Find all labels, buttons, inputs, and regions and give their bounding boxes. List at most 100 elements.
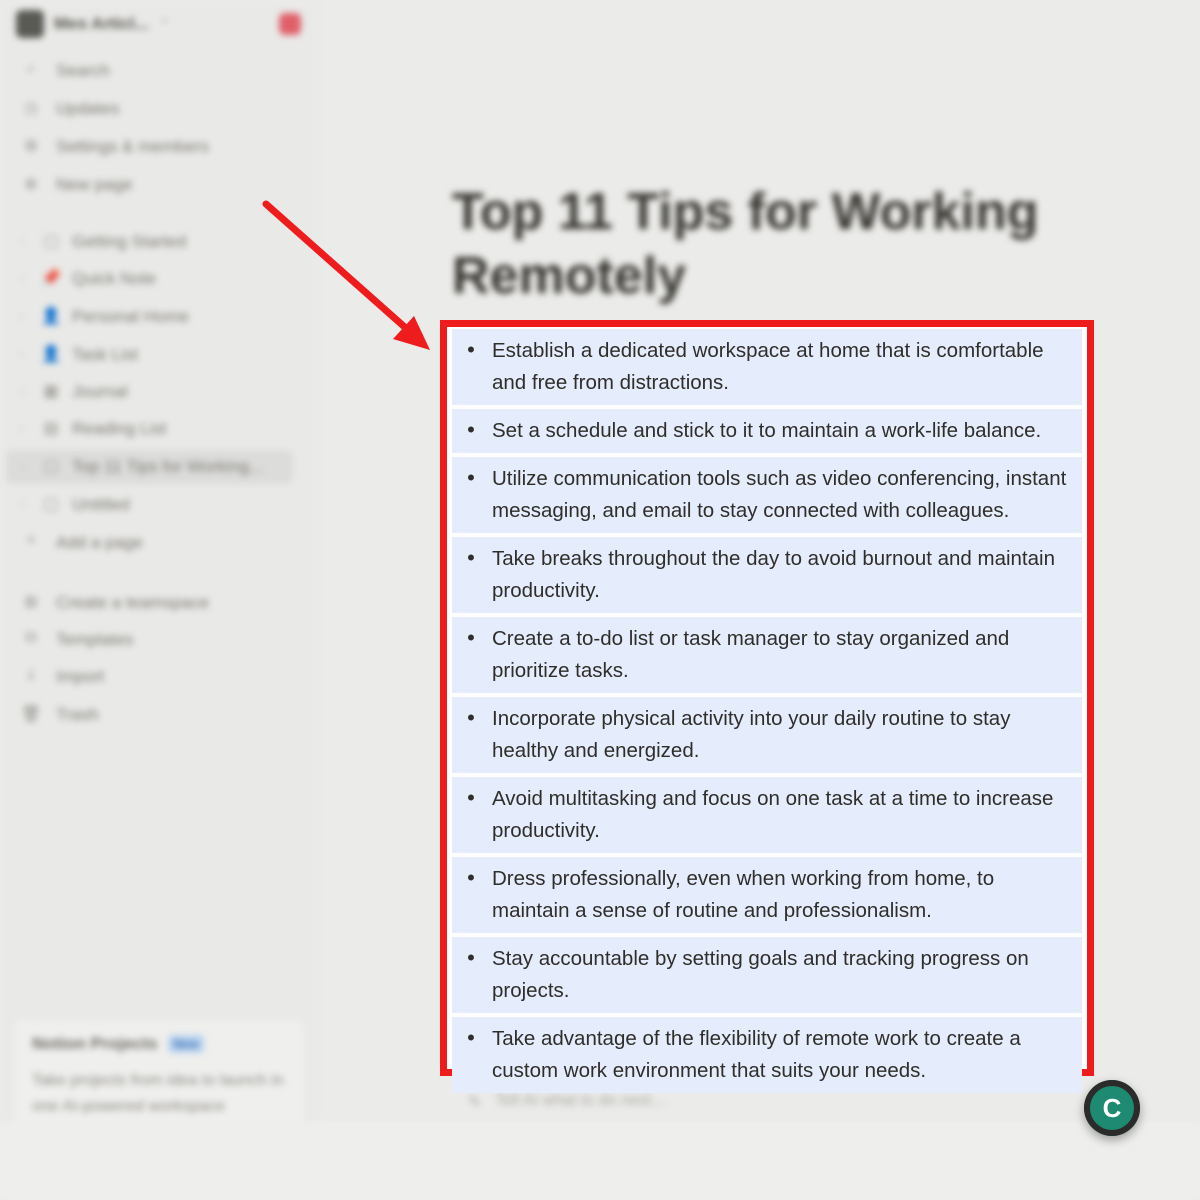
list-item[interactable]: • Dress professionally, even when working… [452,857,1082,933]
team-icon: ⊞ [24,594,38,611]
sidebar-item-label: Settings & members [56,137,210,156]
plus-circle-icon: ⊕ [24,176,38,193]
sidebar-item-label: Getting Started [72,232,187,251]
chevron-right-icon[interactable]: › [20,311,30,323]
tip-text: Set a schedule and stick to it to mainta… [492,419,1042,442]
trash-icon: 🗑 [20,706,42,723]
bottom-bar [0,1122,1200,1200]
import-icon: ⤓ [27,666,35,683]
tip-text: Avoid multitasking and focus on one task… [492,787,1054,842]
workspace-avatar [16,10,44,38]
sidebar-item-settings[interactable]: ⚙ Settings & members [20,136,209,158]
calendar-icon: ▦ [43,383,59,400]
tip-text: Create a to-do list or task manager to s… [492,627,1010,682]
templates-icon: ⧉ [25,629,37,646]
page-icon: ▢ [43,496,59,513]
tips-list: • Establish a dedicated workspace at home… [452,329,1082,1093]
bullet-icon: • [467,465,475,490]
tip-text: Establish a dedicated workspace at home … [492,339,1044,394]
sidebar: Mes Articl... ⌃ ⌕ Search ◷ Updates ⚙ Set… [0,0,318,1150]
bullet-icon: • [467,545,475,570]
clock-icon: ◷ [24,100,38,117]
book-icon: ▤ [43,420,59,437]
sidebar-item-create-teamspace[interactable]: ⊞ Create a teamspace [20,592,209,614]
chevron-icon: ⌃ [158,15,171,32]
person-icon: 👤 [41,346,61,363]
sidebar-item-label: Updates [56,99,120,118]
sidebar-item-label: Journal [72,382,128,401]
sidebar-page-top-11-tips[interactable]: › ▢ Top 11 Tips for Working... [6,450,294,484]
list-item[interactable]: • Stay accountable by setting goals and t… [452,937,1082,1013]
sidebar-item-label: Import [56,667,105,686]
chevron-right-icon[interactable]: › [20,273,30,285]
page-icon: ▢ [43,458,59,475]
sidebar-page-personal-home[interactable]: › 👤 Personal Home [20,306,189,328]
sidebar-item-label: New page [56,175,133,194]
sidebar-page-journal[interactable]: › ▦ Journal [20,381,128,403]
sidebar-page-getting-started[interactable]: › ▢ Getting Started [20,231,186,253]
promo-title-row: Notion Projects New [32,1034,286,1054]
ai-prompt-placeholder: Tell AI what to do next... [495,1092,665,1109]
sidebar-item-label: Trash [56,705,99,724]
sidebar-item-import[interactable]: ⤓ Import [20,666,104,688]
sidebar-item-label: Task List [72,345,139,364]
chevron-right-icon[interactable]: › [20,236,30,248]
sidebar-item-label: Untitled [72,495,130,514]
sidebar-page-reading-list[interactable]: › ▤ Reading List [20,418,167,440]
tip-text: Incorporate physical activity into your … [492,707,1011,762]
pin-icon: 📌 [41,270,61,287]
sidebar-item-label: Personal Home [72,307,190,326]
sidebar-item-updates[interactable]: ◷ Updates [20,98,119,120]
sidebar-item-trash[interactable]: 🗑 Trash [20,704,99,726]
list-item[interactable]: • Utilize communication tools such as vid… [452,457,1082,533]
list-item[interactable]: • Take advantage of the flexibility of re… [452,1017,1082,1093]
notification-icon[interactable] [279,13,301,35]
sidebar-page-quick-note[interactable]: › 📌 Quick Note [20,268,156,290]
chevron-right-icon[interactable]: › [20,386,30,398]
list-item[interactable]: • Take breaks throughout the day to avoid… [452,537,1082,613]
bullet-icon: • [467,705,475,730]
sidebar-item-label: Templates [56,630,134,649]
tip-text: Stay accountable by setting goals and tr… [492,947,1029,1002]
bullet-icon: • [467,865,475,890]
tip-text: Utilize communication tools such as vide… [492,467,1067,522]
tip-text: Take advantage of the flexibility of rem… [492,1027,1021,1082]
sidebar-item-label: Top 11 Tips for Working... [72,457,264,476]
workspace-switcher[interactable]: Mes Articl... ⌃ [16,8,171,40]
highlighted-tips-block: • Establish a dedicated workspace at home… [440,320,1094,1093]
search-icon: ⌕ [26,60,36,77]
sidebar-page-task-list[interactable]: › 👤 Task List [20,344,138,366]
bullet-icon: • [467,945,475,970]
chevron-right-icon[interactable]: › [20,349,30,361]
plus-icon: + [26,532,36,549]
sidebar-item-templates[interactable]: ⧉ Templates [20,629,133,651]
list-item[interactable]: • Establish a dedicated workspace at home… [452,329,1082,405]
page-title[interactable]: Top 11 Tips for Working Remotely [452,180,1092,308]
tip-text: Take breaks throughout the day to avoid … [492,547,1055,602]
help-button[interactable]: C [1084,1080,1140,1136]
chevron-right-icon[interactable]: › [20,423,30,435]
add-page-button[interactable]: + Add a page [20,532,143,554]
sidebar-item-label: Add a page [56,533,143,552]
bullet-icon: • [467,1025,475,1050]
ai-prompt[interactable]: ✎ Tell AI what to do next... [468,1092,664,1112]
sidebar-item-search[interactable]: ⌕ Search [20,60,110,82]
bullet-icon: • [467,337,475,362]
promo-text: Take projects from idea to launch in one… [32,1072,284,1115]
sidebar-item-new-page[interactable]: ⊕ New page [20,174,133,196]
bullet-icon: • [467,417,475,442]
chevron-right-icon[interactable]: › [20,499,30,511]
sidebar-page-untitled[interactable]: › ▢ Untitled [20,494,130,516]
list-item[interactable]: • Incorporate physical activity into your… [452,697,1082,773]
promo-title: Notion Projects [32,1034,158,1053]
list-item[interactable]: • Set a schedule and stick to it to maint… [452,409,1082,453]
tip-text: Dress professionally, even when working … [492,867,995,922]
workspace-name: Mes Articl... [54,14,149,33]
sparkle-icon: ✎ [468,1094,482,1111]
chevron-right-icon[interactable]: › [20,461,30,473]
list-item[interactable]: • Create a to-do list or task manager to … [452,617,1082,693]
sidebar-item-label: Create a teamspace [56,593,210,612]
list-item[interactable]: • Avoid multitasking and focus on one tas… [452,777,1082,853]
gear-icon: ⚙ [23,138,39,155]
sidebar-item-label: Quick Note [72,269,157,288]
